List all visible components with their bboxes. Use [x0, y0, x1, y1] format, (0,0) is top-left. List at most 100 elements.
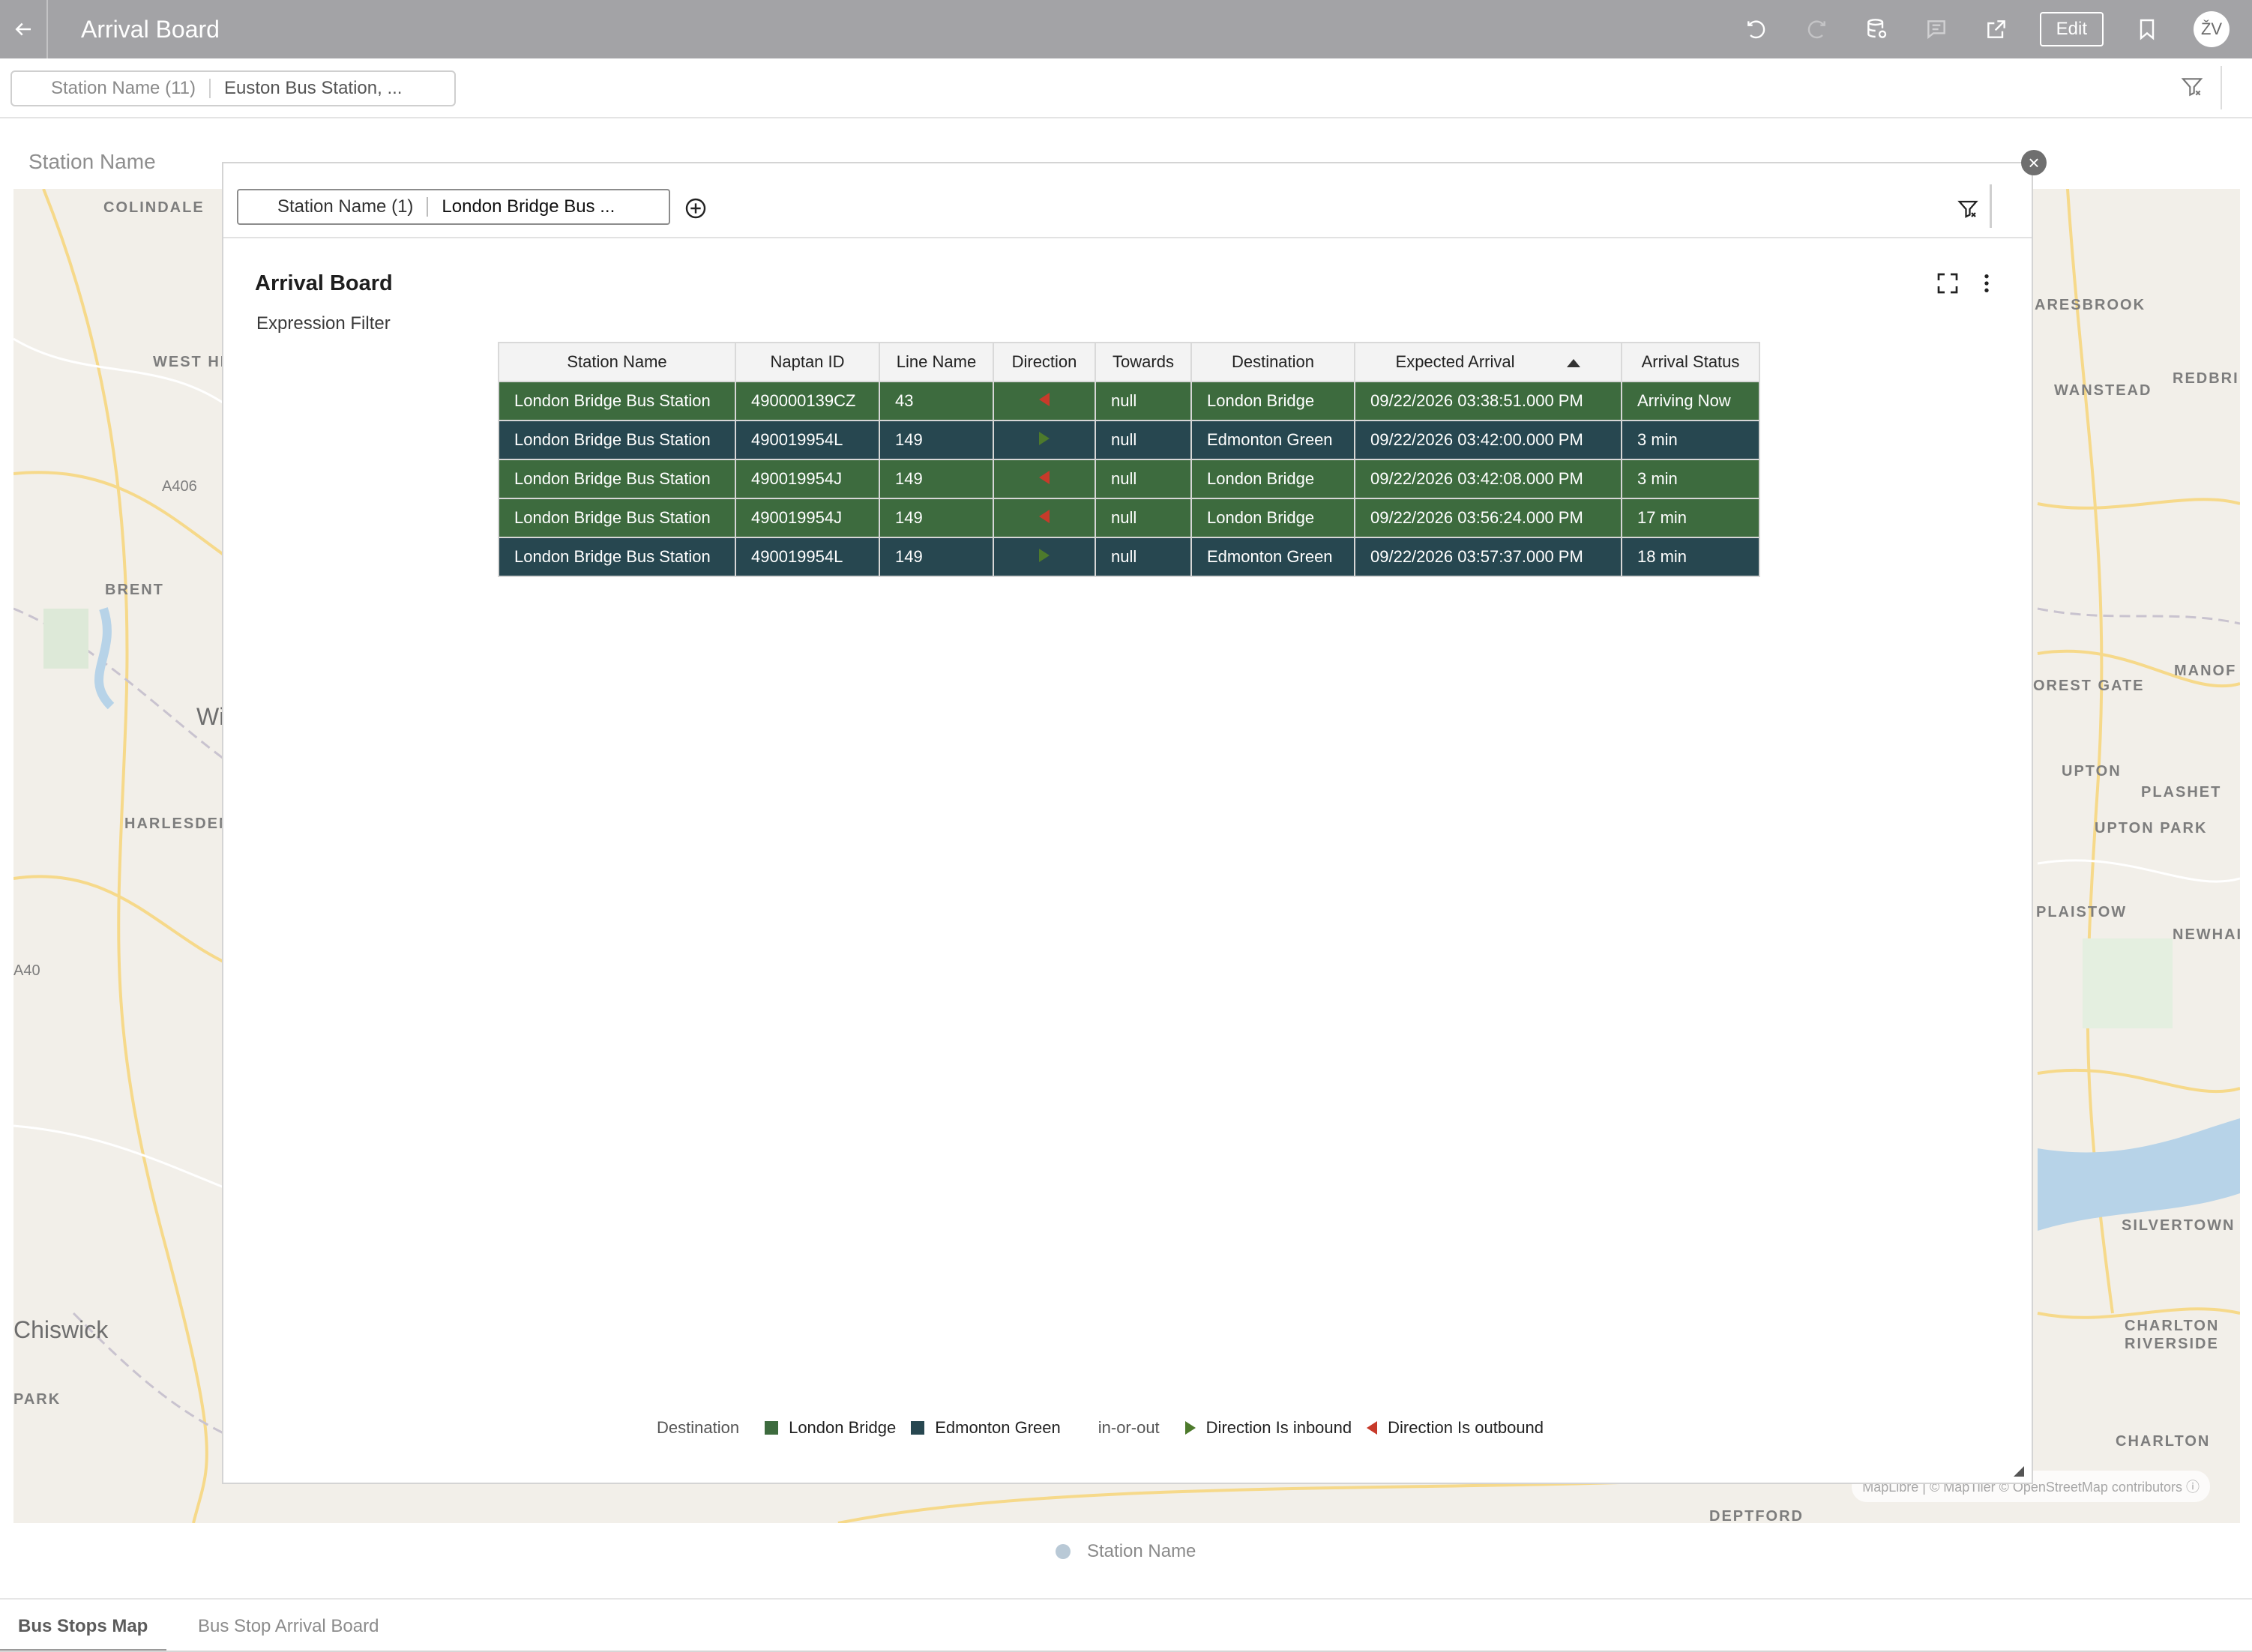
share-button[interactable]: [1966, 0, 2026, 58]
legend-title-direction: in-or-out: [1098, 1418, 1160, 1437]
table-header-row: Station Name Naptan ID Line Name Directi…: [498, 342, 1760, 382]
legend-label: Edmonton Green: [935, 1418, 1061, 1437]
cell-line: 149: [879, 459, 994, 499]
cell-direction: [993, 420, 1096, 460]
column-header[interactable]: Direction: [993, 342, 1096, 382]
cell-towards: null: [1095, 498, 1192, 538]
more-options-icon[interactable]: [1975, 270, 1999, 297]
cell-line: 149: [879, 537, 994, 577]
table-row[interactable]: London Bridge Bus Station 490019954L 149…: [498, 420, 1760, 460]
cell-naptan: 490000139CZ: [735, 381, 880, 421]
column-header[interactable]: Towards: [1095, 342, 1192, 382]
map-label: WANSTEAD: [2054, 382, 2152, 399]
popup-filter-bar: Station Name (1) London Bridge Bus ...: [223, 163, 2032, 238]
cell-status: Arriving Now: [1621, 381, 1760, 421]
map-label: PARK: [13, 1391, 61, 1408]
cell-station: London Bridge Bus Station: [498, 537, 736, 577]
arrow-left-icon: [15, 22, 31, 36]
cell-naptan: 490019954J: [735, 498, 880, 538]
column-header[interactable]: Naptan ID: [735, 342, 880, 382]
legend-label: Direction Is inbound: [1205, 1418, 1352, 1437]
data-button[interactable]: [1846, 0, 1906, 58]
table-row[interactable]: London Bridge Bus Station 490000139CZ 43…: [498, 381, 1760, 421]
cell-naptan: 490019954L: [735, 537, 880, 577]
tab-bus-stops-map[interactable]: Bus Stops Map: [18, 1616, 148, 1637]
canvas-tabs: Bus Stops Map Bus Stop Arrival Board: [0, 1598, 2252, 1652]
column-header[interactable]: Station Name: [498, 342, 736, 382]
undo-button[interactable]: [1726, 0, 1786, 58]
inbound-triangle-icon: [1039, 549, 1050, 562]
viz-legend: Destination London Bridge Edmonton Green…: [657, 1418, 1559, 1438]
map-label: OREST GATE: [2033, 678, 2145, 694]
user-avatar[interactable]: ŽV: [2194, 11, 2230, 47]
table-row[interactable]: London Bridge Bus Station 490019954L 149…: [498, 537, 1760, 577]
tab-bus-stop-arrival-board[interactable]: Bus Stop Arrival Board: [198, 1616, 379, 1637]
back-button[interactable]: [0, 0, 48, 58]
cell-destination: London Bridge: [1190, 459, 1355, 499]
legend-title-destination: Destination: [657, 1418, 740, 1437]
maximize-icon[interactable]: [1936, 271, 1960, 295]
add-filter-icon[interactable]: [684, 196, 708, 220]
cell-expected: 09/22/2026 03:56:24.000 PM: [1354, 498, 1622, 538]
legend-item-inbound[interactable]: Direction Is inbound: [1184, 1418, 1352, 1438]
map-label: A406: [162, 478, 197, 495]
column-header[interactable]: Arrival Status: [1621, 342, 1760, 382]
close-popup-button[interactable]: ×: [2021, 150, 2047, 175]
cell-status: 18 min: [1621, 537, 1760, 577]
close-icon: ×: [2028, 151, 2040, 174]
cell-line: 149: [879, 420, 994, 460]
legend-swatch: [911, 1421, 925, 1435]
inbound-triangle-icon: [1039, 432, 1050, 445]
cell-destination: London Bridge: [1190, 381, 1355, 421]
page-title: Arrival Board: [81, 15, 220, 43]
cell-destination: London Bridge: [1190, 498, 1355, 538]
popup-station-filter-chip[interactable]: Station Name (1) London Bridge Bus ...: [237, 189, 670, 225]
legend-item-london-bridge[interactable]: London Bridge: [765, 1418, 896, 1438]
map-label: Wi: [196, 703, 225, 730]
outbound-triangle-icon: [1039, 471, 1050, 484]
legend-item-outbound[interactable]: Direction Is outbound: [1367, 1418, 1544, 1438]
info-icon[interactable]: ⓘ: [2186, 1480, 2200, 1495]
popup-filter-name: Station Name (1): [277, 196, 414, 217]
station-name-filter-chip[interactable]: Station Name (11) Euston Bus Station, ..…: [10, 70, 456, 106]
map-label: MANOF: [2174, 663, 2237, 679]
map-label: A40: [13, 962, 40, 979]
table-row[interactable]: London Bridge Bus Station 490019954J 149…: [498, 459, 1760, 499]
cell-direction: [993, 537, 1096, 577]
map-label: Chiswick: [13, 1316, 109, 1343]
redo-button[interactable]: [1786, 0, 1846, 58]
map-label: SILVERTOWN: [2122, 1217, 2236, 1234]
map-label: UPTON PARK: [2095, 820, 2208, 836]
cell-station: London Bridge Bus Station: [498, 498, 736, 538]
resize-grip-icon[interactable]: [2014, 1466, 2024, 1477]
cell-naptan: 490019954J: [735, 459, 880, 499]
map-label: PLAISTOW: [2036, 904, 2128, 920]
export-icon: [1987, 20, 2005, 38]
outbound-triangle-icon: [1039, 393, 1050, 406]
column-header-sorted[interactable]: Expected Arrival: [1354, 342, 1622, 382]
column-header[interactable]: Line Name: [879, 342, 994, 382]
cell-expected: 09/22/2026 03:42:00.000 PM: [1354, 420, 1622, 460]
bookmark-button[interactable]: [2117, 0, 2177, 58]
map-legend-label: Station Name: [1087, 1541, 1196, 1561]
column-header[interactable]: Destination: [1190, 342, 1355, 382]
comments-button[interactable]: [1906, 0, 1966, 58]
filter-icon[interactable]: [1957, 198, 1979, 220]
divider: [1990, 184, 1992, 228]
legend-label: Direction Is outbound: [1388, 1418, 1544, 1437]
popup-filter-value: London Bridge Bus ...: [442, 196, 615, 217]
divider: [2221, 66, 2222, 109]
map-label: CHARLTON: [2125, 1318, 2220, 1334]
outbound-triangle-icon: [1039, 510, 1050, 523]
cell-towards: null: [1095, 537, 1192, 577]
edit-button[interactable]: Edit: [2039, 12, 2104, 46]
filter-icon[interactable]: [2180, 75, 2204, 99]
legend-item-edmonton-green[interactable]: Edmonton Green: [911, 1418, 1061, 1438]
cell-direction: [993, 381, 1096, 421]
cell-expected: 09/22/2026 03:38:51.000 PM: [1354, 381, 1622, 421]
canvas-title: Station Name: [28, 150, 156, 173]
column-header-label: Expected Arrival: [1395, 352, 1515, 371]
sort-ascending-icon[interactable]: [1567, 358, 1581, 367]
cell-expected: 09/22/2026 03:42:08.000 PM: [1354, 459, 1622, 499]
table-row[interactable]: London Bridge Bus Station 490019954J 149…: [498, 498, 1760, 538]
